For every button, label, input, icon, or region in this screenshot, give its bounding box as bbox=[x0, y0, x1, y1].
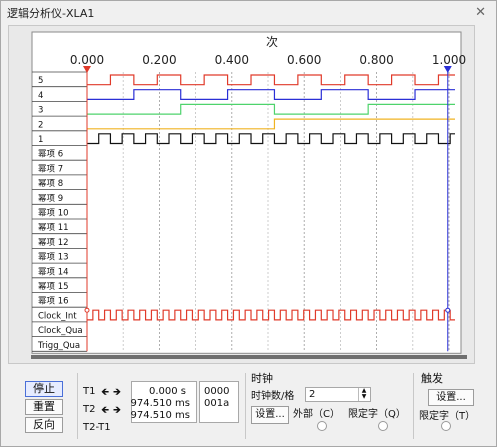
reverse-button[interactable]: 反向 bbox=[25, 417, 63, 433]
channel-label: 幂项 6 bbox=[38, 150, 63, 160]
t2-value: 001a bbox=[204, 398, 230, 409]
channel-label: 幂项 11 bbox=[38, 223, 69, 233]
channel-label: 幂项 8 bbox=[38, 179, 63, 189]
t1-right-arrow-icon[interactable]: 🡺 bbox=[113, 385, 121, 402]
x-axis-label: 次 bbox=[266, 35, 278, 49]
trigger-qualifier-radio[interactable] bbox=[441, 421, 451, 431]
waveform-panel: 次 0.000 0.200 0.400 0.600 0.800 1.000 5 4 3 2 1 幂项 6… bbox=[8, 25, 475, 364]
horizontal-scrollbar[interactable] bbox=[31, 355, 467, 359]
x-tick-label: 1.000 bbox=[432, 53, 466, 67]
clock-per-div-label: 时钟数/格 bbox=[251, 391, 295, 402]
channel-label: 1 bbox=[38, 135, 43, 145]
channel-label: 幂项 14 bbox=[38, 267, 69, 277]
trigger-section-label: 触发 bbox=[421, 372, 443, 385]
channel-label: Clock_Int bbox=[38, 311, 77, 321]
logic-analyzer-window: 逻辑分析仪-XLA1 ✕ 次 0.000 0.200 0.400 0.600 0.800 1… bbox=[0, 0, 497, 447]
stepper-arrows-icon[interactable]: ▲ ▼ bbox=[358, 388, 369, 401]
channel-label: 幂项 7 bbox=[38, 164, 63, 174]
t1-label: T1 bbox=[83, 386, 96, 397]
trigger-settings-button[interactable]: 设置... bbox=[428, 389, 474, 406]
plot-background bbox=[31, 31, 462, 354]
channel-label: 3 bbox=[38, 106, 43, 116]
x-tick-label: 0.400 bbox=[215, 53, 249, 67]
clock-settings-button[interactable]: 设置... bbox=[251, 406, 289, 424]
t2-right-arrow-icon[interactable]: 🡺 bbox=[113, 403, 121, 420]
t1-left-arrow-icon[interactable]: 🡸 bbox=[101, 385, 109, 402]
channel-label: 幂项 16 bbox=[38, 297, 69, 307]
clock-per-div-stepper[interactable]: 2 ▲ ▼ bbox=[305, 387, 371, 402]
t2-t1-label: T2-T1 bbox=[83, 422, 111, 433]
channel-label: 幂项 9 bbox=[38, 194, 63, 204]
clock-external-label: 外部（C） bbox=[293, 409, 340, 420]
stop-button[interactable]: 停止 bbox=[25, 381, 63, 397]
channel-label: 幂项 12 bbox=[38, 238, 69, 248]
divider bbox=[245, 373, 246, 439]
x-tick-label: 0.000 bbox=[70, 53, 104, 67]
clock-qualifier-radio[interactable] bbox=[378, 421, 388, 431]
channel-label: Clock_Qua bbox=[38, 326, 83, 336]
channel-label: 幂项 13 bbox=[38, 253, 69, 263]
x-tick-label: 0.800 bbox=[359, 53, 393, 67]
waveform-display[interactable]: 次 0.000 0.200 0.400 0.600 0.800 1.000 5 4 3 2 1 幂项 6… bbox=[9, 26, 474, 363]
divider bbox=[413, 373, 414, 439]
x-tick-label: 0.200 bbox=[142, 53, 176, 67]
divider bbox=[77, 373, 78, 439]
window-title: 逻辑分析仪-XLA1 bbox=[7, 7, 95, 20]
channel-label: Trigg_Qua bbox=[37, 341, 80, 351]
clock-external-radio[interactable] bbox=[317, 421, 327, 431]
reset-button[interactable]: 重置 bbox=[25, 399, 63, 415]
t2-label: T2 bbox=[83, 404, 96, 415]
x-tick-label: 0.600 bbox=[287, 53, 321, 67]
channel-label: 幂项 10 bbox=[38, 209, 69, 219]
channel-label: 4 bbox=[38, 91, 43, 101]
t1-time: 0.000 s bbox=[148, 386, 186, 397]
cursor-t1-handle[interactable] bbox=[84, 307, 90, 313]
channel-label: 5 bbox=[38, 76, 43, 86]
cursor-time-readout: 0.000 s 974.510 ms 974.510 ms bbox=[131, 381, 197, 423]
title-bar: 逻辑分析仪-XLA1 ✕ bbox=[1, 1, 496, 25]
clock-per-div-value: 2 bbox=[309, 389, 316, 400]
clock-section-label: 时钟 bbox=[251, 372, 273, 385]
close-icon[interactable]: ✕ bbox=[475, 5, 486, 20]
clock-qualifier-label: 限定字（Q） bbox=[348, 409, 406, 420]
t2-time: 974.510 ms bbox=[130, 398, 190, 409]
t1-value: 0000 bbox=[204, 386, 230, 397]
cursor-t2-handle[interactable] bbox=[445, 307, 451, 313]
channel-label: 2 bbox=[38, 120, 43, 130]
channel-label: 幂项 15 bbox=[38, 282, 69, 292]
cursor-value-readout: 0000 001a bbox=[199, 381, 239, 423]
t2-left-arrow-icon[interactable]: 🡸 bbox=[101, 403, 109, 420]
trigger-qualifier-label: 限定字（T） bbox=[419, 411, 476, 422]
t2-t1-time: 974.510 ms bbox=[130, 410, 190, 421]
